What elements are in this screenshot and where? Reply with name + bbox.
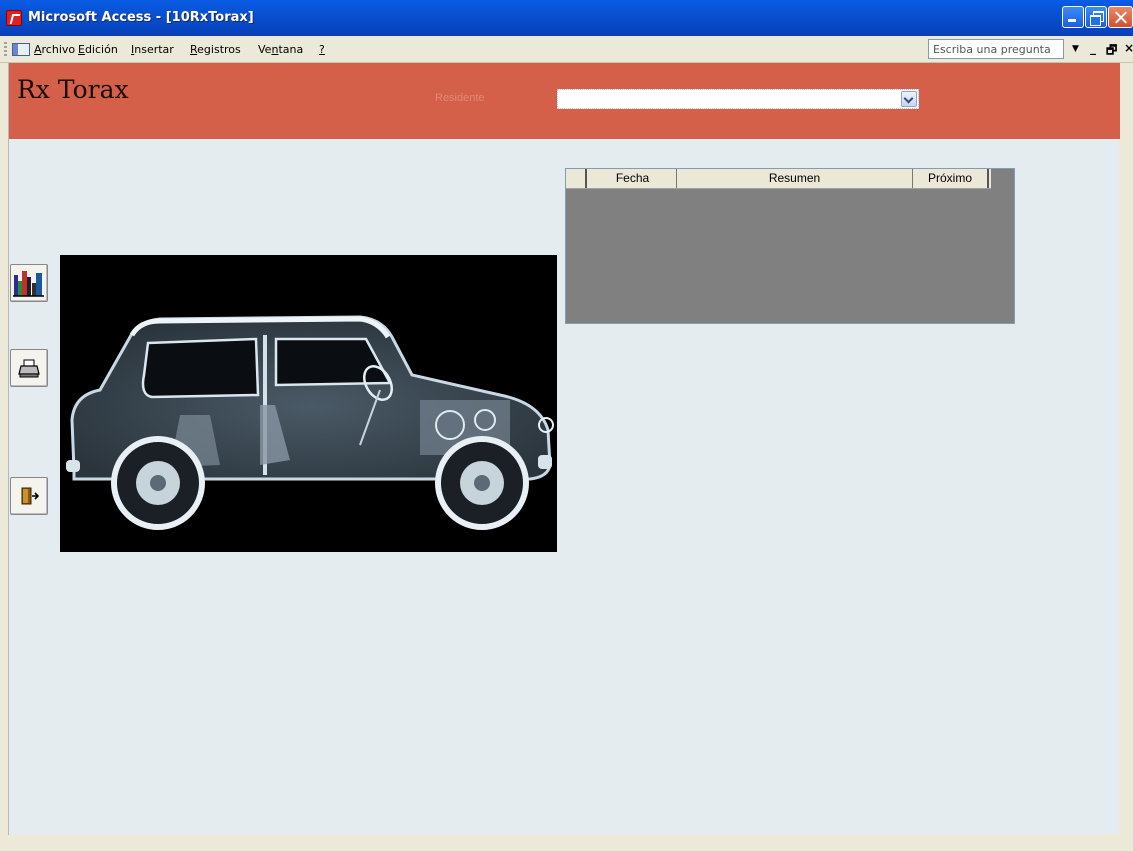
mdi-restore-icon[interactable]: 🗗 xyxy=(1106,41,1117,62)
title-bar[interactable]: Microsoft Access - [10RxTorax] xyxy=(0,0,1133,36)
resident-label: Residente xyxy=(435,92,485,104)
menu-help[interactable]: ? xyxy=(319,43,325,56)
printer-icon xyxy=(18,359,40,378)
chevron-down-icon[interactable] xyxy=(901,91,917,107)
window-title: Microsoft Access - [10RxTorax] xyxy=(28,10,254,25)
column-header-proximo[interactable]: Próximo xyxy=(913,169,989,188)
x-ray-car-image xyxy=(60,255,557,552)
access-app-icon[interactable] xyxy=(6,10,22,26)
menu-bar: Archivo Edición Insertar Registros Venta… xyxy=(0,36,1133,63)
x-ray-drawing xyxy=(66,315,554,530)
rx-torax-form: Rx Torax Residente Fecha Resumen Próximo xyxy=(8,63,1120,835)
print-button[interactable] xyxy=(10,349,48,387)
restore-button[interactable] xyxy=(1085,6,1107,28)
window-right-edge xyxy=(1119,63,1133,851)
history-subform[interactable]: Fecha Resumen Próximo xyxy=(565,168,1015,324)
resident-combobox[interactable] xyxy=(557,89,919,109)
status-area xyxy=(8,835,1119,851)
mdi-minimize-icon[interactable]: _ xyxy=(1090,41,1096,55)
form-title: Rx Torax xyxy=(17,75,129,104)
document-form-icon[interactable] xyxy=(12,43,30,56)
menu-registros[interactable]: Registros xyxy=(190,43,241,56)
toolbar-grip-icon[interactable] xyxy=(4,42,7,56)
chart-button[interactable] xyxy=(10,264,48,302)
close-button[interactable] xyxy=(1108,6,1133,28)
bar-chart-icon xyxy=(13,271,44,297)
column-header-fecha[interactable]: Fecha xyxy=(589,169,677,188)
subform-header: Fecha Resumen Próximo xyxy=(566,169,991,189)
column-header-resumen[interactable]: Resumen xyxy=(677,169,913,188)
ask-dropdown-icon[interactable]: ▼ xyxy=(1072,44,1079,54)
menu-archivo[interactable]: Archivo xyxy=(34,43,75,56)
menu-edicion[interactable]: Edición xyxy=(78,43,118,56)
minimize-button[interactable] xyxy=(1062,6,1084,28)
exit-door-icon xyxy=(21,487,40,505)
ask-question-input[interactable]: Escriba una pregunta xyxy=(928,39,1064,59)
form-header: Rx Torax Residente xyxy=(9,63,1120,139)
record-selector-header[interactable] xyxy=(566,169,587,188)
mdi-close-icon[interactable]: × xyxy=(1124,41,1133,55)
menu-ventana[interactable]: Ventana xyxy=(258,43,303,56)
menu-insertar[interactable]: Insertar xyxy=(131,43,174,56)
exit-button[interactable] xyxy=(10,477,48,515)
window-left-edge xyxy=(0,63,8,851)
